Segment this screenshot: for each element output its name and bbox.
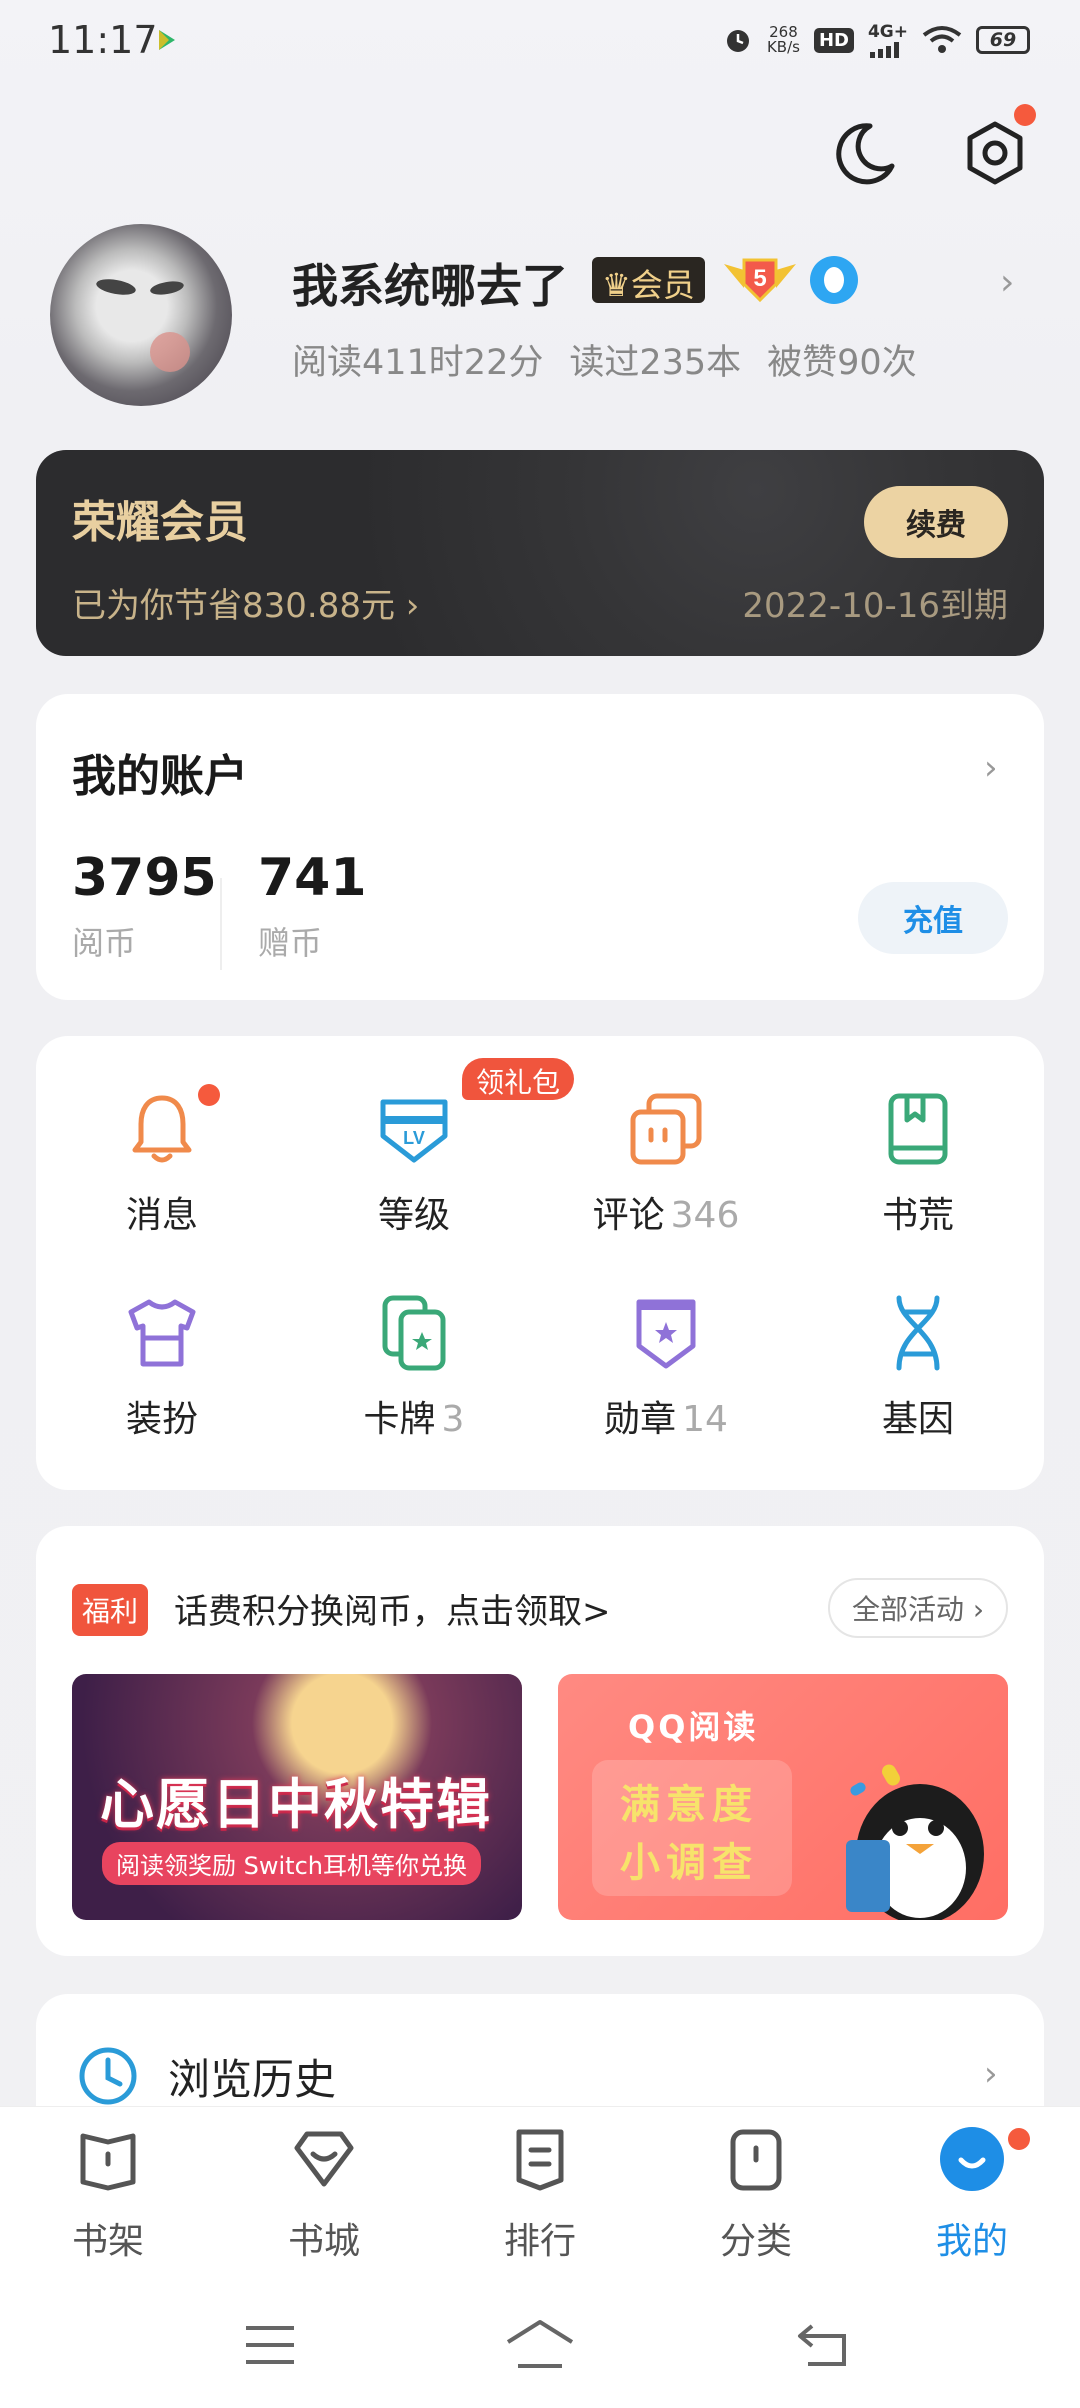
username[interactable]: 我系统哪去了 — [292, 250, 568, 316]
category-icon — [730, 2129, 782, 2191]
clock-icon — [79, 2047, 137, 2105]
bookstore-icon — [294, 2131, 354, 2187]
back-icon[interactable] — [796, 2320, 852, 2370]
banner-survey[interactable]: QQ阅读 满意度 小调查 — [558, 1674, 1008, 1920]
honor-saved-text[interactable]: 已为你节省830.88元 › — [72, 578, 419, 627]
grid-item-level[interactable]: LV 等级 — [288, 1088, 540, 1238]
home-icon[interactable] — [504, 2318, 576, 2370]
menu-icon[interactable] — [242, 2322, 298, 2368]
avatar[interactable] — [50, 224, 232, 406]
status-icons: 268 KB/s HD 4G+ 69 — [723, 22, 1030, 58]
level-badge-icon[interactable]: 5 — [722, 254, 798, 304]
welfare-tag: 福利 — [72, 1584, 149, 1636]
account-chevron-icon[interactable]: › — [984, 748, 998, 788]
tab-bookshelf[interactable]: 书架 — [0, 2124, 216, 2264]
ranking-icon — [516, 2129, 564, 2191]
signal-icon: 4G+ — [868, 22, 908, 58]
renew-button[interactable]: 续费 — [864, 486, 1008, 558]
messages-notification-dot — [198, 1084, 220, 1106]
grid-item-medals[interactable]: 勋章 14 — [540, 1292, 792, 1442]
bell-icon — [132, 1095, 192, 1163]
banner-mid-autumn[interactable]: 心愿日中秋特辑 阅读领奖励 Switch耳机等你兑换 — [72, 1674, 522, 1920]
tab-category[interactable]: 分类 — [648, 2124, 864, 2264]
alarm-icon — [726, 30, 749, 52]
honor-expire-date: 2022-10-16到期 — [742, 586, 1008, 626]
settings-icon[interactable] — [960, 118, 1030, 188]
tab-bookstore[interactable]: 书城 — [216, 2124, 432, 2264]
history-chevron-icon[interactable]: › — [984, 2054, 998, 2094]
grid-item-comments[interactable]: 评论 346 — [540, 1088, 792, 1238]
tab-profile[interactable]: 我的 — [864, 2124, 1080, 2264]
profile-chevron-icon[interactable]: › — [1000, 262, 1014, 303]
vip-badge[interactable]: ♛会员 — [592, 257, 705, 304]
dna-icon — [896, 1295, 940, 1371]
grid-item-messages[interactable]: 消息 — [36, 1088, 288, 1238]
coin-divider — [220, 878, 222, 970]
account-title: 我的账户 — [72, 751, 248, 802]
welfare-promo-text[interactable]: 话费积分换阅币，点击领取> — [174, 1584, 611, 1633]
gift-coin-balance[interactable]: 741 赠币 — [258, 848, 367, 964]
penguin-mascot-icon — [846, 1764, 984, 1920]
play-store-icon — [159, 30, 175, 50]
comment-icon — [630, 1093, 702, 1165]
profile-stats: 阅读411时22分 读过235本 被赞90次 — [292, 343, 917, 383]
qq-icon[interactable] — [810, 256, 858, 304]
grid-item-cards[interactable]: 卡牌 3 — [288, 1292, 540, 1442]
medal-icon — [636, 1299, 696, 1369]
status-time: 11:17 — [48, 18, 158, 62]
tab-ranking[interactable]: 排行 — [432, 2124, 648, 2264]
book-icon — [888, 1093, 948, 1165]
all-activities-button[interactable]: 全部活动 › — [828, 1578, 1008, 1638]
wifi-icon — [922, 26, 962, 53]
tshirt-icon — [128, 1299, 196, 1367]
level-shield-icon: LV — [380, 1099, 448, 1163]
profile-icon — [940, 2127, 1004, 2191]
svg-text:LV: LV — [403, 1128, 425, 1148]
honor-title: 荣耀会员 — [72, 497, 248, 548]
settings-notification-dot — [1014, 104, 1036, 126]
profile-tab-notification-dot — [1008, 2128, 1030, 2150]
grid-item-dressup[interactable]: 装扮 — [36, 1292, 288, 1442]
hd-indicator: HD — [813, 27, 854, 53]
crown-icon: ♛ — [602, 266, 631, 304]
cards-icon — [382, 1295, 446, 1371]
grid-item-book-shortage[interactable]: 书荒 — [792, 1088, 1044, 1238]
net-speed: 268 KB/s — [766, 23, 800, 56]
night-mode-icon[interactable] — [830, 118, 900, 188]
coin-balance[interactable]: 3795 阅币 — [72, 848, 217, 964]
svg-text:5: 5 — [753, 265, 766, 292]
grid-item-genes[interactable]: 基因 — [792, 1292, 1044, 1442]
history-label[interactable]: 浏览历史 — [168, 2046, 336, 2107]
bookshelf-icon — [80, 2133, 136, 2191]
recharge-button[interactable]: 充值 — [858, 882, 1008, 954]
battery-icon: 69 — [976, 26, 1030, 54]
